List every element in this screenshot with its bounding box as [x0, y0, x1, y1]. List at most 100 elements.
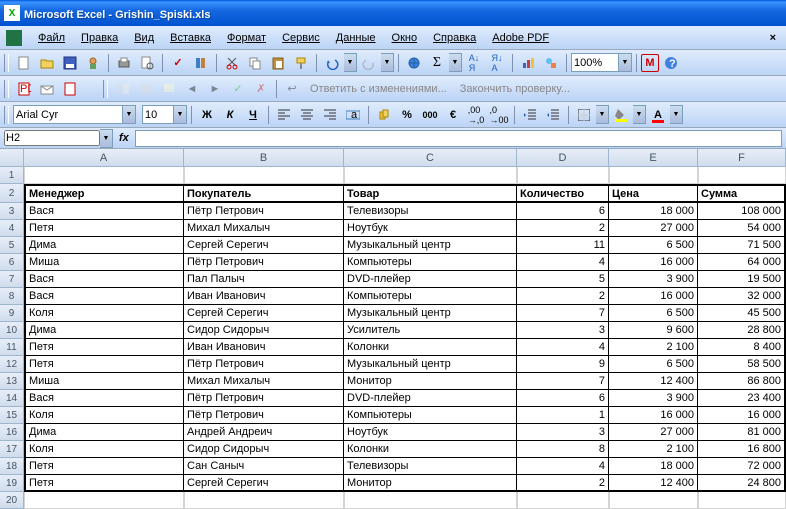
- zoom-combo[interactable]: [571, 53, 619, 72]
- cell[interactable]: 16 000: [609, 407, 698, 424]
- cell[interactable]: Петя: [24, 339, 184, 356]
- increase-decimal-icon[interactable]: ,00→,0: [465, 104, 487, 126]
- align-center-icon[interactable]: [296, 104, 318, 126]
- cell[interactable]: Сидор Сидорыч: [184, 441, 344, 458]
- formula-input[interactable]: [135, 130, 782, 147]
- row-header-14[interactable]: 14: [0, 390, 24, 407]
- cell[interactable]: 4: [517, 254, 609, 271]
- cell[interactable]: 8 400: [698, 339, 786, 356]
- menu-file[interactable]: Файл: [30, 30, 73, 46]
- zoom-dropdown[interactable]: ▼: [619, 53, 632, 72]
- row-header-1[interactable]: 1: [0, 167, 24, 184]
- menu-help[interactable]: Справка: [425, 30, 484, 46]
- font-name-combo[interactable]: [13, 105, 123, 124]
- pdf-review-icon[interactable]: [59, 78, 81, 100]
- row-header-10[interactable]: 10: [0, 322, 24, 339]
- sort-desc-icon[interactable]: Я↓А: [486, 52, 508, 74]
- row-header-9[interactable]: 9: [0, 305, 24, 322]
- cell[interactable]: Ноутбук: [344, 424, 517, 441]
- new-icon[interactable]: [13, 52, 35, 74]
- pdf-email-icon[interactable]: [36, 78, 58, 100]
- cell[interactable]: Михал Михалыч: [184, 220, 344, 237]
- cell[interactable]: Сидор Сидорыч: [184, 322, 344, 339]
- name-box[interactable]: [4, 130, 100, 146]
- cell[interactable]: Музыкальный центр: [344, 237, 517, 254]
- cell[interactable]: Дима: [24, 237, 184, 254]
- row-header-17[interactable]: 17: [0, 441, 24, 458]
- cell[interactable]: Петя: [24, 475, 184, 492]
- row-header-6[interactable]: 6: [0, 254, 24, 271]
- cell[interactable]: [344, 167, 517, 184]
- column-header-D[interactable]: D: [517, 149, 609, 167]
- cell[interactable]: Количество: [517, 184, 609, 203]
- bold-button[interactable]: Ж: [196, 104, 218, 126]
- cell[interactable]: Товар: [344, 184, 517, 203]
- cell[interactable]: [184, 167, 344, 184]
- cell[interactable]: Сумма: [698, 184, 786, 203]
- name-box-dropdown[interactable]: ▼: [100, 129, 113, 148]
- menu-window[interactable]: Окно: [384, 30, 426, 46]
- borders-dropdown[interactable]: ▼: [596, 105, 609, 124]
- row-header-19[interactable]: 19: [0, 475, 24, 492]
- help-icon[interactable]: ?: [660, 52, 682, 74]
- cell[interactable]: Сергей Серегич: [184, 237, 344, 254]
- menu-insert[interactable]: Вставка: [162, 30, 219, 46]
- select-all-corner[interactable]: [0, 149, 24, 167]
- cell[interactable]: 32 000: [698, 288, 786, 305]
- cell[interactable]: Пётр Петрович: [184, 203, 344, 220]
- cell[interactable]: Коля: [24, 441, 184, 458]
- cell[interactable]: Пал Палыч: [184, 271, 344, 288]
- menu-view[interactable]: Вид: [126, 30, 162, 46]
- cell[interactable]: 3 900: [609, 271, 698, 288]
- cell[interactable]: DVD-плейер: [344, 390, 517, 407]
- cell[interactable]: Музыкальный центр: [344, 305, 517, 322]
- cell[interactable]: 3: [517, 322, 609, 339]
- fx-button[interactable]: fx: [115, 132, 133, 144]
- paste-icon[interactable]: [267, 52, 289, 74]
- cell[interactable]: Коля: [24, 305, 184, 322]
- italic-button[interactable]: К: [219, 104, 241, 126]
- macro-m-icon[interactable]: M: [641, 54, 659, 72]
- undo-dropdown[interactable]: ▼: [344, 53, 357, 72]
- cell[interactable]: Петя: [24, 458, 184, 475]
- cell[interactable]: 54 000: [698, 220, 786, 237]
- cell[interactable]: 16 000: [609, 288, 698, 305]
- column-header-A[interactable]: A: [24, 149, 184, 167]
- toolbar-handle[interactable]: [103, 80, 108, 98]
- cell[interactable]: 64 000: [698, 254, 786, 271]
- cell[interactable]: 6 500: [609, 305, 698, 322]
- cell[interactable]: Сергей Серегич: [184, 475, 344, 492]
- close-workbook-button[interactable]: ×: [766, 32, 780, 44]
- column-header-C[interactable]: C: [344, 149, 517, 167]
- open-icon[interactable]: [36, 52, 58, 74]
- cell[interactable]: [698, 167, 786, 184]
- cell[interactable]: 8: [517, 441, 609, 458]
- row-header-15[interactable]: 15: [0, 407, 24, 424]
- cell[interactable]: Миша: [24, 254, 184, 271]
- currency-icon[interactable]: [373, 104, 395, 126]
- row-header-12[interactable]: 12: [0, 356, 24, 373]
- research-icon[interactable]: [190, 52, 212, 74]
- cell[interactable]: 12 400: [609, 475, 698, 492]
- cut-icon[interactable]: [221, 52, 243, 74]
- toolbar-handle[interactable]: [4, 54, 9, 72]
- row-header-8[interactable]: 8: [0, 288, 24, 305]
- cell[interactable]: 81 000: [698, 424, 786, 441]
- print-icon[interactable]: [113, 52, 135, 74]
- cell[interactable]: 2 100: [609, 339, 698, 356]
- cell[interactable]: 9: [517, 356, 609, 373]
- cell[interactable]: 23 400: [698, 390, 786, 407]
- sort-asc-icon[interactable]: А↓Я: [463, 52, 485, 74]
- cell[interactable]: 58 500: [698, 356, 786, 373]
- cell[interactable]: Телевизоры: [344, 203, 517, 220]
- chart-wizard-icon[interactable]: [517, 52, 539, 74]
- cell[interactable]: 9 600: [609, 322, 698, 339]
- cell[interactable]: Ноутбук: [344, 220, 517, 237]
- align-right-icon[interactable]: [319, 104, 341, 126]
- decrease-decimal-icon[interactable]: ,0→00: [488, 104, 510, 126]
- cell[interactable]: Петя: [24, 220, 184, 237]
- cell[interactable]: Вася: [24, 203, 184, 220]
- cell[interactable]: Пётр Петрович: [184, 254, 344, 271]
- row-header-5[interactable]: 5: [0, 237, 24, 254]
- cell[interactable]: 108 000: [698, 203, 786, 220]
